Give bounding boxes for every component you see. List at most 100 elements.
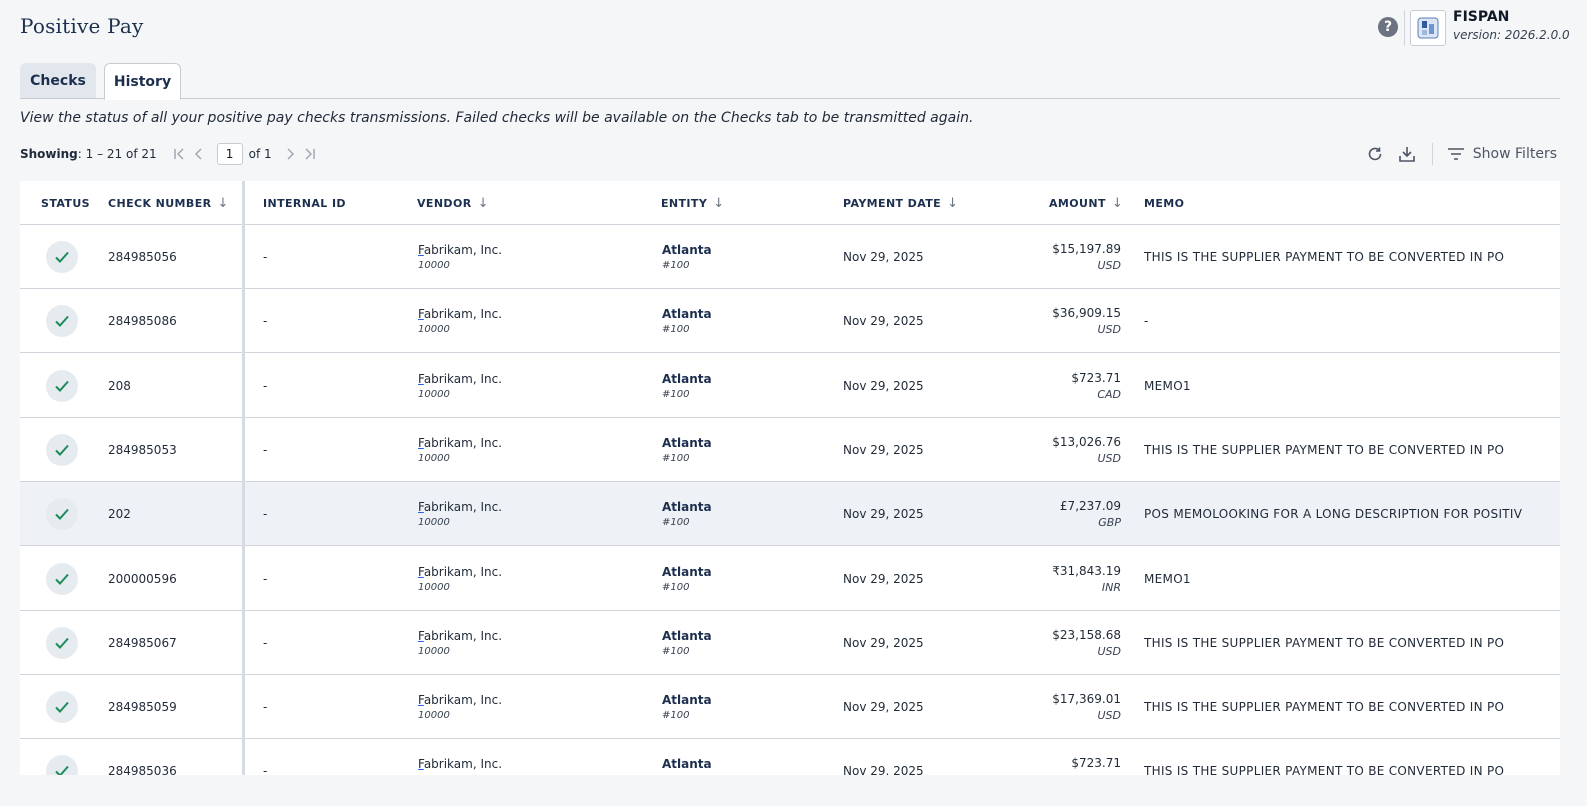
refresh-icon[interactable]: [1364, 143, 1386, 165]
sort-arrow-icon[interactable]: ↓: [1112, 196, 1123, 211]
vendor-id: 10000: [418, 388, 450, 400]
sort-arrow-icon[interactable]: ↓: [217, 196, 228, 211]
check-number-cell: 284985056: [108, 250, 177, 264]
memo-cell: MEMO1: [1144, 378, 1191, 393]
check-icon: [55, 637, 69, 649]
payment-date-cell: Nov 29, 2025: [843, 442, 924, 457]
vendor-name[interactable]: Fabrikam, Inc.: [418, 693, 502, 707]
amount-currency: USD: [1097, 644, 1121, 658]
table-row[interactable]: 284985056 - Fabrikam, Inc. 10000 Atlanta…: [20, 225, 1560, 289]
next-page-icon[interactable]: [280, 144, 300, 164]
vendor-name[interactable]: Fabrikam, Inc.: [418, 243, 502, 257]
entity-id: #100: [662, 581, 690, 593]
entity-cell: Atlanta #100: [662, 418, 712, 482]
internal-id-cell: -: [263, 700, 268, 715]
app-logo: [1410, 10, 1446, 46]
sort-arrow-icon[interactable]: ↓: [478, 196, 489, 211]
status-badge: [46, 305, 78, 338]
tab-history[interactable]: History: [104, 63, 181, 100]
header-amount[interactable]: AMOUNT ↓: [1049, 181, 1123, 225]
amount-cell: $15,197.89 USD: [1052, 225, 1121, 289]
header-payment-date[interactable]: PAYMENT DATE ↓: [843, 181, 958, 225]
check-icon: [55, 316, 69, 328]
vendor-id: 10000: [418, 645, 450, 657]
page-description: View the status of all your positive pay…: [20, 110, 974, 126]
entity-cell: Atlanta #100: [662, 354, 712, 418]
table-row[interactable]: 284985067 - Fabrikam, Inc. 10000 Atlanta…: [20, 610, 1560, 675]
amount-value: $23,158.68: [1052, 627, 1121, 642]
check-icon: [55, 509, 69, 521]
status-cell: [46, 482, 78, 546]
help-icon[interactable]: ?: [1378, 17, 1398, 37]
amount-cell: $36,909.15 USD: [1052, 289, 1121, 353]
payment-date-cell: Nov 29, 2025: [843, 507, 924, 522]
showing-label: Showing: [20, 147, 78, 161]
status-badge: [46, 626, 78, 659]
internal-id-cell: -: [263, 764, 268, 775]
table-row[interactable]: 284985036 - Fabrikam, Inc. 10000 Atlanta…: [20, 739, 1560, 775]
header-check-number[interactable]: CHECK NUMBER ↓: [108, 181, 229, 225]
check-icon: [55, 380, 69, 392]
first-page-icon[interactable]: [169, 144, 189, 164]
table-row[interactable]: 208 - Fabrikam, Inc. 10000 Atlanta #100 …: [20, 353, 1560, 418]
vendor-id: 10000: [418, 581, 450, 593]
status-badge: [46, 498, 78, 531]
entity-name: Atlanta: [662, 757, 712, 772]
table-row[interactable]: 202 - Fabrikam, Inc. 10000 Atlanta #100 …: [20, 482, 1560, 547]
status-badge: [46, 369, 78, 402]
vendor-name[interactable]: Fabrikam, Inc.: [418, 757, 502, 771]
status-cell: [46, 547, 78, 611]
page-number-input[interactable]: [216, 143, 243, 165]
amount-currency: USD: [1097, 773, 1121, 775]
amount-value: $36,909.15: [1052, 306, 1121, 321]
amount-cell: ₹31,843.19 INR: [1052, 547, 1121, 611]
tab-checks[interactable]: Checks: [20, 63, 96, 98]
table-row[interactable]: 284985086 - Fabrikam, Inc. 10000 Atlanta…: [20, 289, 1560, 354]
status-cell: [46, 418, 78, 482]
entity-name: Atlanta: [662, 243, 712, 257]
entity-cell: Atlanta #100: [662, 482, 712, 546]
header-entity[interactable]: ENTITY ↓: [661, 181, 724, 225]
page-title: Positive Pay: [20, 14, 144, 38]
vendor-id: 10000: [418, 710, 450, 722]
vendor-cell: Fabrikam, Inc. 10000: [418, 675, 502, 739]
vendor-name[interactable]: Fabrikam, Inc.: [418, 565, 502, 579]
table-row[interactable]: 200000596 - Fabrikam, Inc. 10000 Atlanta…: [20, 546, 1560, 611]
status-cell: [46, 354, 78, 418]
download-icon[interactable]: [1396, 143, 1418, 165]
header-memo: MEMO: [1144, 196, 1185, 210]
vendor-name[interactable]: Fabrikam, Inc.: [418, 307, 502, 321]
status-badge: [46, 433, 78, 466]
header-vendor[interactable]: VENDOR ↓: [417, 181, 489, 225]
vendor-cell: Fabrikam, Inc. 10000: [418, 225, 502, 289]
entity-id: #100: [662, 645, 690, 657]
status-badge: [46, 755, 78, 775]
vendor-name[interactable]: Fabrikam, Inc.: [418, 372, 502, 386]
vendor-cell: Fabrikam, Inc. 10000: [418, 289, 502, 353]
payment-date-cell: Nov 29, 2025: [843, 250, 924, 264]
show-filters-button[interactable]: Show Filters: [1447, 146, 1557, 162]
vendor-name[interactable]: Fabrikam, Inc.: [418, 629, 502, 643]
table-toolbar: Show Filters: [1364, 143, 1557, 165]
table-row[interactable]: 284985053 - Fabrikam, Inc. 10000 Atlanta…: [20, 417, 1560, 482]
entity-name: Atlanta: [662, 500, 712, 515]
check-number-cell: 284985053: [108, 442, 177, 457]
vendor-name[interactable]: Fabrikam, Inc.: [418, 500, 502, 514]
sort-arrow-icon[interactable]: ↓: [713, 196, 724, 211]
logo-divider: [1404, 10, 1405, 46]
last-page-icon[interactable]: [300, 144, 320, 164]
internal-id-cell: -: [263, 635, 268, 650]
sort-arrow-icon[interactable]: ↓: [947, 196, 958, 211]
header-status: STATUS: [41, 196, 90, 210]
vendor-cell: Fabrikam, Inc. 10000: [418, 418, 502, 482]
check-number-cell: 202: [108, 507, 131, 522]
amount-value: ₹31,843.19: [1052, 563, 1121, 578]
entity-id: #100: [662, 517, 690, 529]
prev-page-icon[interactable]: [189, 144, 209, 164]
vendor-id: 10000: [418, 517, 450, 529]
table-row[interactable]: 284985059 - Fabrikam, Inc. 10000 Atlanta…: [20, 675, 1560, 740]
internal-id-cell: -: [263, 314, 268, 329]
entity-name: Atlanta: [662, 693, 712, 708]
vendor-name[interactable]: Fabrikam, Inc.: [418, 436, 502, 450]
amount-currency: CAD: [1097, 387, 1121, 401]
